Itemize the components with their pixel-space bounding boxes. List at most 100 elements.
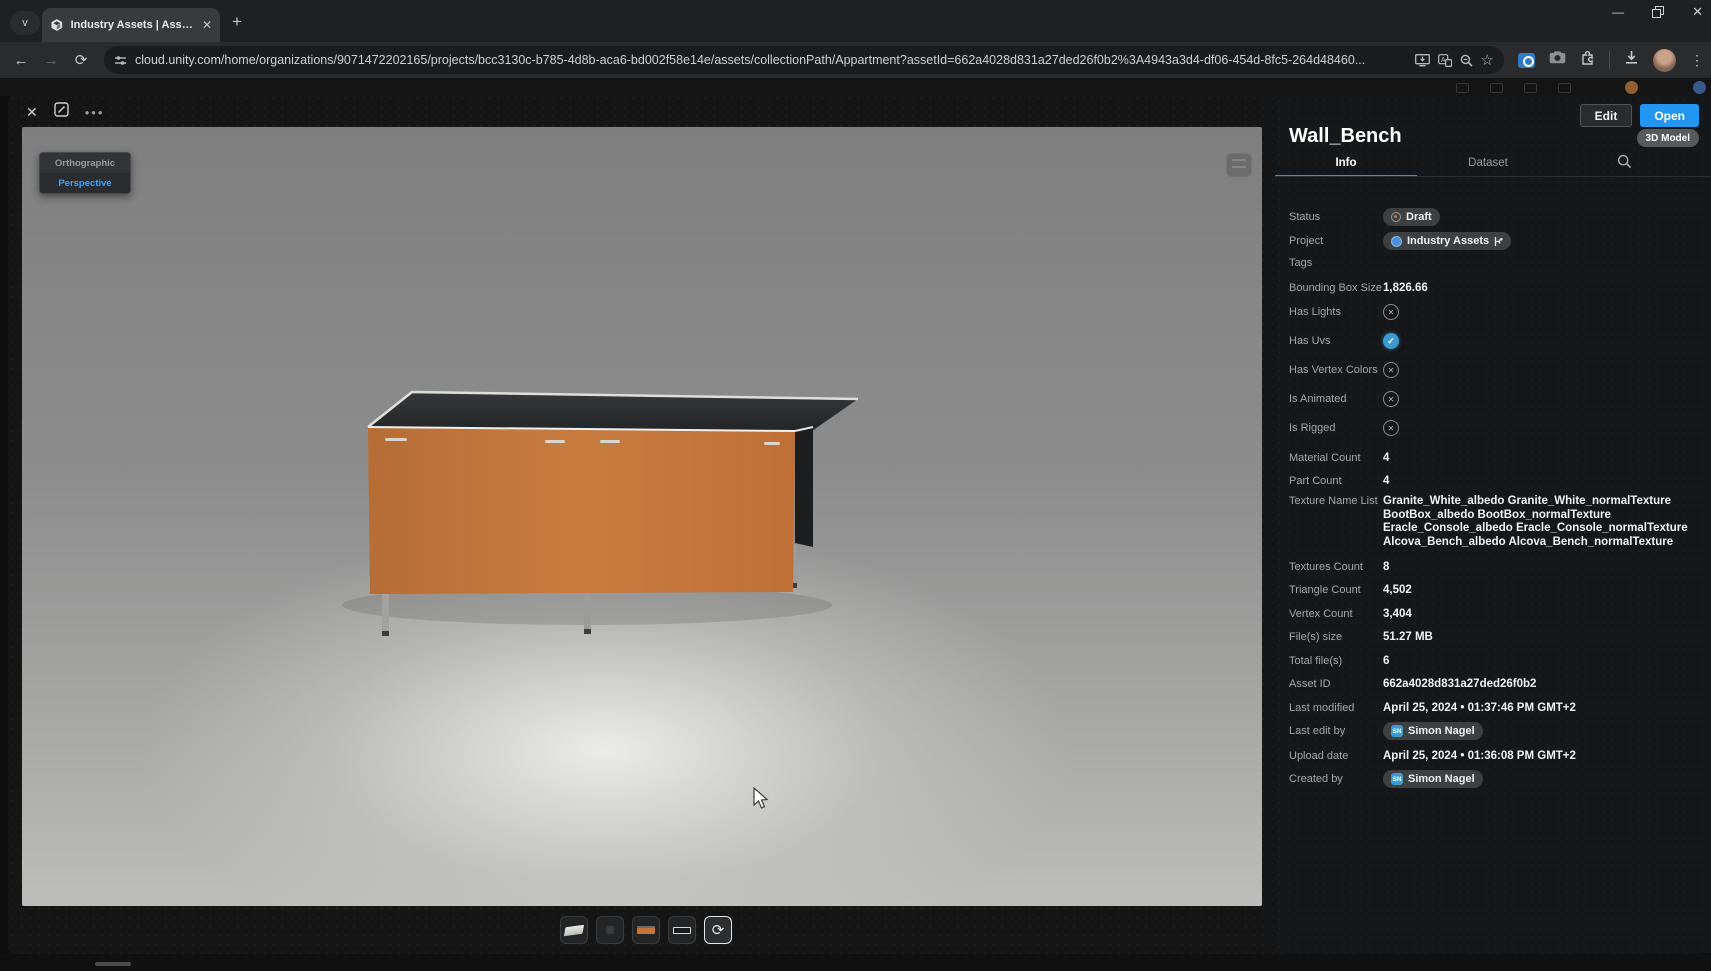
yes-check-icon: ✓	[1383, 333, 1399, 349]
asset-title: Wall_Bench	[1289, 125, 1402, 148]
no-circle-icon: ✕	[1383, 362, 1399, 378]
user-chip[interactable]: SN Simon Nagel	[1383, 770, 1483, 788]
field-total-files: Total file(s) 6	[1289, 651, 1701, 671]
field-label: File(s) size	[1289, 631, 1383, 643]
user-name: Simon Nagel	[1408, 725, 1475, 737]
field-value: 4	[1383, 452, 1389, 464]
project-value: Industry Assets	[1407, 235, 1489, 247]
panel-search-icon[interactable]	[1617, 154, 1632, 169]
unity-favicon	[50, 18, 64, 32]
field-label: Has Uvs	[1289, 335, 1383, 347]
new-tab-button[interactable]: +	[232, 12, 242, 32]
site-settings-icon[interactable]	[114, 54, 127, 67]
field-label: Tags	[1289, 257, 1383, 269]
ghost-avatar	[1625, 81, 1638, 94]
forward-button[interactable]: →	[36, 52, 66, 69]
field-has-uvs: Has Uvs ✓	[1289, 331, 1701, 351]
downloads-icon[interactable]	[1624, 50, 1639, 70]
field-label: Asset ID	[1289, 678, 1383, 690]
extensions-puzzle-icon[interactable]	[1580, 50, 1595, 70]
edit-button[interactable]: Edit	[1580, 104, 1633, 127]
field-vertex-count: Vertex Count 3,404	[1289, 604, 1701, 624]
bench-3d-model[interactable]	[22, 127, 1262, 906]
field-value: 662a4028d831a27ded26f0b2	[1383, 678, 1536, 690]
tab-close-icon[interactable]: ✕	[202, 18, 212, 32]
screen: v Industry Assets | Assets | Unity ✕ + —…	[0, 0, 1711, 971]
ghost-icon	[1490, 83, 1503, 93]
field-value: Granite_White_albedo Granite_White_norma…	[1383, 495, 1688, 549]
viewer-thumbnail-toolbar: ⟳	[560, 916, 732, 944]
url-text[interactable]: cloud.unity.com/home/organizations/90714…	[135, 53, 1407, 67]
asset-type-badge: 3D Model	[1637, 129, 1699, 147]
field-has-lights: Has Lights ✕	[1289, 302, 1701, 322]
field-label: Material Count	[1289, 452, 1383, 464]
project-chip[interactable]: Industry Assets	[1383, 232, 1511, 250]
rotate-view-button[interactable]: ⟳	[704, 916, 732, 944]
window-minimize-button[interactable]: —	[1612, 5, 1624, 19]
install-app-icon[interactable]	[1415, 54, 1430, 67]
field-has-vertex-colors: Has Vertex Colors ✕	[1289, 360, 1701, 380]
modal-expand-icon[interactable]	[54, 102, 69, 122]
reload-button[interactable]: ⟳	[66, 51, 96, 69]
projection-option-orthographic[interactable]: Orthographic	[40, 153, 130, 173]
field-triangle-count: Triangle Count 4,502	[1289, 580, 1701, 600]
field-value: April 25, 2024 • 01:37:46 PM GMT+2	[1383, 702, 1576, 714]
field-asset-id: Asset ID 662a4028d831a27ded26f0b2	[1289, 674, 1701, 694]
url-bar[interactable]: cloud.unity.com/home/organizations/90714…	[104, 46, 1504, 74]
browser-tab[interactable]: Industry Assets | Assets | Unity ✕	[42, 8, 220, 42]
branch-icon	[1494, 236, 1503, 247]
status-value: Draft	[1406, 211, 1432, 223]
browser-tab-strip: v Industry Assets | Assets | Unity ✕ + —…	[0, 0, 1711, 42]
field-tags: Tags	[1289, 253, 1701, 273]
viewer-stats-button[interactable]	[1226, 153, 1252, 177]
field-label: Texture Name List	[1289, 495, 1383, 507]
modal-close-icon[interactable]: ✕	[26, 104, 38, 121]
tab-dataset[interactable]: Dataset	[1417, 152, 1559, 174]
3d-viewer[interactable]: Orthographic Perspective ‹	[22, 127, 1262, 906]
camera-extension-icon[interactable]	[1549, 51, 1566, 69]
modal-more-icon[interactable]: •••	[85, 105, 105, 120]
field-created-by: Created by SN Simon Nagel	[1289, 769, 1701, 789]
open-button[interactable]: Open	[1640, 104, 1699, 127]
field-value: 6	[1383, 655, 1389, 667]
window-close-button[interactable]: ✕	[1692, 4, 1703, 20]
bookmark-star-icon[interactable]: ☆	[1481, 51, 1494, 69]
tab-search-button[interactable]: v	[10, 11, 40, 35]
bottom-scroll-fragment	[95, 962, 131, 966]
user-avatar: SN	[1391, 773, 1403, 785]
ghost-icon	[1456, 83, 1469, 93]
field-material-count: Material Count 4	[1289, 448, 1701, 468]
field-label: Bounding Box Size	[1289, 282, 1383, 294]
thumbnail-dark-object[interactable]	[596, 916, 624, 944]
field-part-count: Part Count 4	[1289, 471, 1701, 491]
zoom-icon[interactable]	[1460, 54, 1473, 67]
window-restore-button[interactable]	[1652, 6, 1664, 18]
tab-divider	[1275, 176, 1711, 177]
field-textures-count: Textures Count 8	[1289, 557, 1701, 577]
field-value: 4,502	[1383, 584, 1412, 596]
thumbnail-bench-orange[interactable]	[632, 916, 660, 944]
previous-asset-chevron[interactable]: ‹	[24, 509, 31, 532]
browser-menu-kebab-icon[interactable]: ⋮	[1690, 52, 1704, 69]
thumbnail-bench-light[interactable]	[560, 916, 588, 944]
field-value: 4	[1383, 475, 1389, 487]
projection-dropdown[interactable]: Orthographic Perspective	[39, 152, 131, 194]
screenshot-extension-icon[interactable]	[1518, 53, 1535, 68]
back-button[interactable]: ←	[6, 52, 36, 69]
profile-avatar[interactable]	[1653, 49, 1676, 72]
ghost-icon	[1524, 83, 1537, 93]
browser-toolbar: ← → ⟳ cloud.unity.com/home/organizations…	[0, 42, 1711, 78]
field-value: 8	[1383, 561, 1389, 573]
restore-icon	[1652, 6, 1664, 18]
user-chip[interactable]: SN Simon Nagel	[1383, 722, 1483, 740]
tab-info[interactable]: Info	[1275, 152, 1417, 174]
field-label: Is Animated	[1289, 393, 1383, 405]
draft-status-icon	[1391, 212, 1401, 222]
thumbnail-slab[interactable]	[668, 916, 696, 944]
no-circle-icon: ✕	[1383, 420, 1399, 436]
field-label: Project	[1289, 235, 1383, 247]
status-badge[interactable]: Draft	[1383, 208, 1440, 226]
translate-icon[interactable]: A	[1438, 54, 1452, 67]
projection-option-perspective[interactable]: Perspective	[40, 173, 130, 193]
no-circle-icon: ✕	[1383, 304, 1399, 320]
